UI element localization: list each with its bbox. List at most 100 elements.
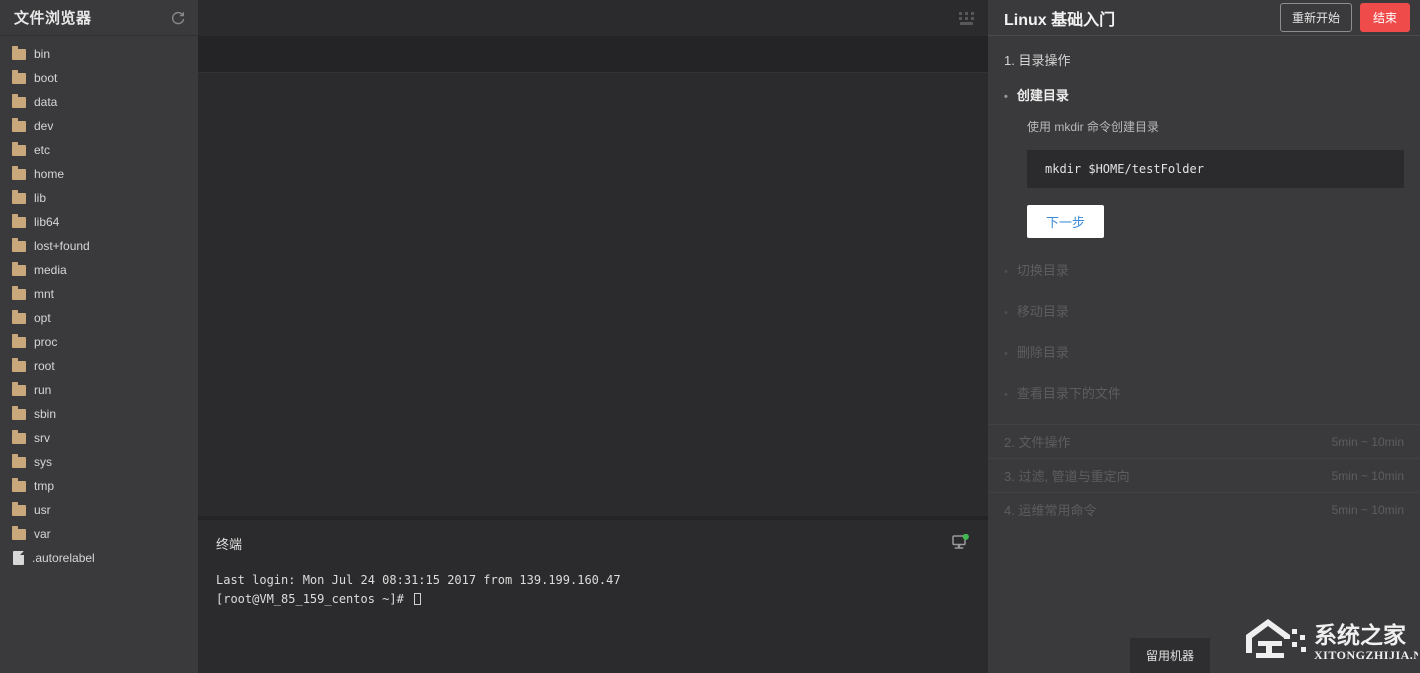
locked-step: • 查看目录下的文件: [988, 383, 1420, 402]
file-list-item[interactable]: home: [0, 162, 198, 186]
file-list-item[interactable]: data: [0, 90, 198, 114]
app-root: 文件浏览器 bin boot data dev etc home lib lib64 lost+…: [0, 0, 1420, 673]
file-list-item-label: tmp: [34, 479, 55, 493]
file-list-item[interactable]: run: [0, 378, 198, 402]
file-list-item[interactable]: lib64: [0, 210, 198, 234]
file-list-item[interactable]: var: [0, 522, 198, 546]
active-step-description: 使用 mkdir 命令创建目录: [1027, 120, 1160, 134]
section-name: 2. 文件操作: [1004, 435, 1071, 450]
bullet-icon: •: [1004, 389, 1008, 401]
file-list-item-label: dev: [34, 119, 54, 133]
terminal-panel[interactable]: 终端 Last login: Mon Jul 24 08:31:15 2017 …: [198, 516, 988, 673]
section-row[interactable]: 3. 过滤, 管道与重定向 5min ~ 10min: [988, 458, 1420, 492]
lesson-title: Linux 基础入门: [1004, 11, 1116, 29]
lesson-header: Linux 基础入门 重新开始 结束: [988, 0, 1420, 36]
file-list-item[interactable]: mnt: [0, 282, 198, 306]
folder-icon: [12, 69, 26, 84]
file-list-item[interactable]: proc: [0, 330, 198, 354]
keep-machine-button[interactable]: 留用机器: [1130, 638, 1211, 673]
file-list-item-label: lib: [34, 191, 47, 205]
folder-icon: [12, 525, 26, 540]
next-step-button[interactable]: 下一步: [1027, 205, 1105, 238]
file-list-item[interactable]: srv: [0, 426, 198, 450]
folder-icon: [12, 213, 26, 228]
file-list-item-label: sys: [34, 455, 52, 469]
folder-icon: [12, 309, 26, 324]
restart-button[interactable]: 重新开始: [1279, 3, 1352, 32]
file-browser-title: 文件浏览器: [14, 10, 92, 27]
file-list-item-label: media: [34, 263, 67, 277]
section-name: 4. 运维常用命令: [1004, 503, 1097, 518]
bullet-icon: •: [1004, 307, 1008, 319]
file-list-item-label: usr: [34, 503, 51, 517]
folder-icon: [12, 45, 26, 60]
file-list-item-label: etc: [34, 143, 51, 157]
bullet-icon: •: [1004, 266, 1008, 278]
file-list-item[interactable]: opt: [0, 306, 198, 330]
current-section-title: 1. 目录操作: [1004, 53, 1071, 68]
folder-icon: [12, 357, 26, 372]
desktop-viewport[interactable]: [198, 72, 988, 516]
file-list-item[interactable]: usr: [0, 498, 198, 522]
file-list-item[interactable]: dev: [0, 114, 198, 138]
folder-icon: [12, 93, 26, 108]
file-list-item[interactable]: boot: [0, 66, 198, 90]
section-name: 3. 过滤, 管道与重定向: [1004, 469, 1130, 484]
active-step-title-text: 创建目录: [1016, 88, 1069, 103]
terminal-prompt: [root@VM_85_159_centos ~]#: [216, 592, 412, 606]
keyboard-icon[interactable]: [959, 11, 974, 25]
file-list-item-label: root: [34, 359, 55, 373]
file-list-item[interactable]: lib: [0, 186, 198, 210]
file-list-item[interactable]: tmp: [0, 474, 198, 498]
section-row[interactable]: 4. 运维常用命令 5min ~ 10min: [988, 492, 1420, 526]
folder-icon: [12, 453, 26, 468]
section-duration: 5min ~ 10min: [1331, 434, 1404, 449]
folder-icon: [12, 501, 26, 516]
file-browser-panel: 文件浏览器 bin boot data dev etc home lib lib64 lost+…: [0, 0, 198, 673]
file-list-item[interactable]: bin: [0, 42, 198, 66]
section-list: 2. 文件操作 5min ~ 10min 3. 过滤, 管道与重定向 5min ~ 1…: [988, 424, 1420, 526]
file-list-item-label: run: [34, 383, 52, 397]
file-list[interactable]: bin boot data dev etc home lib lib64 lost+found m…: [0, 36, 198, 673]
file-list-item-label: var: [34, 527, 51, 541]
file-list-item-label: bin: [34, 47, 51, 61]
file-list-item[interactable]: .autorelabel: [0, 546, 198, 570]
file-list-item[interactable]: sbin: [0, 402, 198, 426]
section-duration: 5min ~ 10min: [1331, 502, 1404, 517]
command-code-block[interactable]: mkdir $HOME/testFolder: [1027, 150, 1404, 188]
file-list-item-label: srv: [34, 431, 50, 445]
file-list-item[interactable]: media: [0, 258, 198, 282]
refresh-icon[interactable]: [170, 10, 186, 26]
folder-icon: [12, 477, 26, 492]
active-step: • 创建目录 使用 mkdir 命令创建目录 mkdir $HOME/testF…: [988, 85, 1420, 238]
folder-icon: [12, 261, 26, 276]
locked-steps-list: • 切换目录 • 移动目录 • 删除目录 • 查看目录下的文件: [988, 260, 1420, 402]
locked-step-label: 删除目录: [1016, 345, 1069, 360]
terminal-caret: [414, 593, 422, 605]
file-list-item-label: mnt: [34, 287, 55, 301]
main-top-strip: [198, 0, 988, 36]
active-step-title: • 创建目录: [1004, 85, 1404, 104]
folder-icon: [12, 165, 26, 180]
folder-icon: [12, 117, 26, 132]
end-button[interactable]: 结束: [1359, 3, 1410, 32]
file-list-item-label: lost+found: [34, 239, 90, 253]
monitor-icon[interactable]: [952, 533, 970, 551]
file-list-item[interactable]: lost+found: [0, 234, 198, 258]
terminal-title: 终端: [216, 537, 243, 552]
file-list-item[interactable]: root: [0, 354, 198, 378]
file-list-item-label: opt: [34, 311, 51, 325]
folder-icon: [12, 237, 26, 252]
folder-icon: [12, 189, 26, 204]
locked-step: • 移动目录: [988, 301, 1420, 320]
file-icon: [13, 551, 24, 565]
bullet-icon: •: [1004, 348, 1008, 360]
file-list-item[interactable]: sys: [0, 450, 198, 474]
terminal-line: Last login: Mon Jul 24 08:31:15 2017 fro…: [216, 573, 621, 587]
file-list-item-label: sbin: [34, 407, 57, 421]
section-row[interactable]: 2. 文件操作 5min ~ 10min: [988, 424, 1420, 458]
file-list-item[interactable]: etc: [0, 138, 198, 162]
lesson-panel: Linux 基础入门 重新开始 结束 1. 目录操作 • 创建目录 使用 mkd…: [988, 0, 1420, 673]
folder-icon: [12, 333, 26, 348]
terminal-header: 终端: [216, 533, 970, 553]
